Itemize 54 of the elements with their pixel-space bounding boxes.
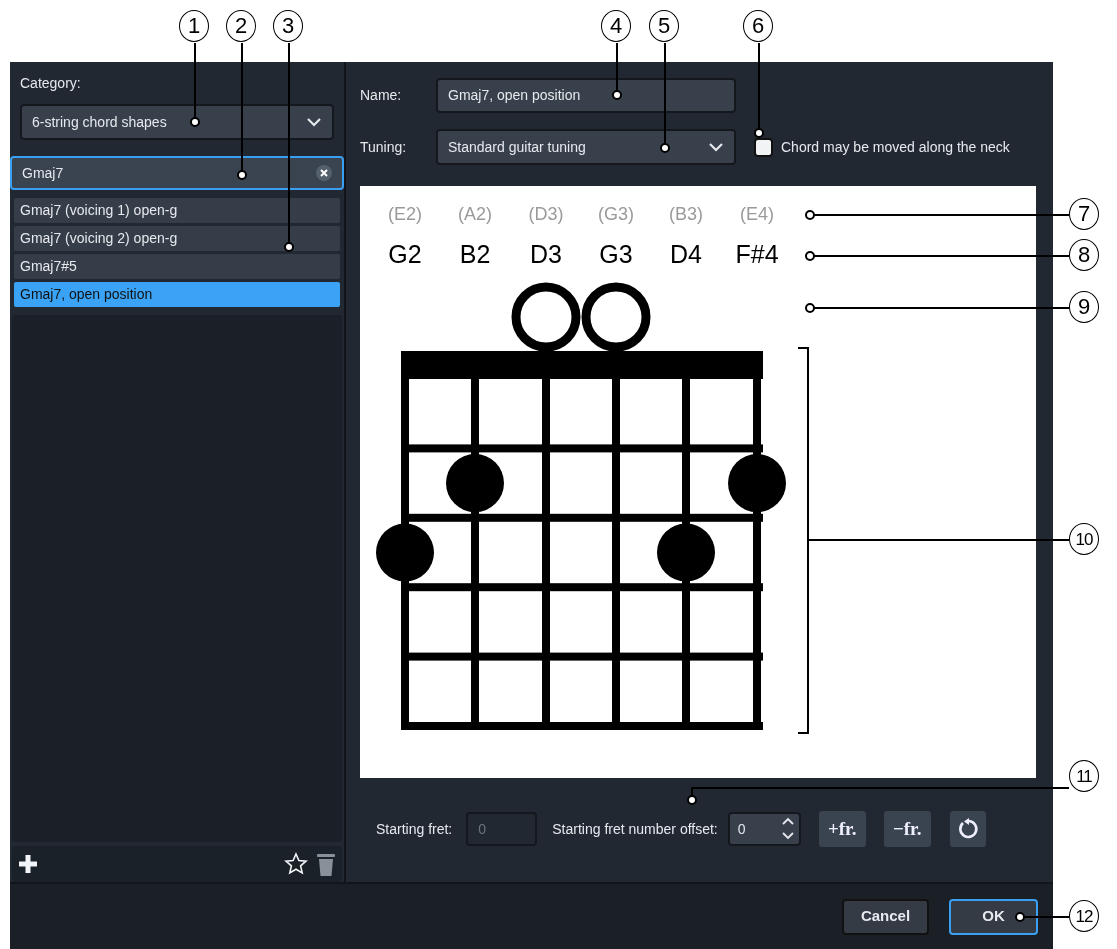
offset-label: Starting fret number offset: (552, 819, 718, 839)
star-icon (284, 852, 308, 876)
note-label: D3 (530, 240, 562, 268)
callout-number: 5 (649, 10, 679, 42)
result-item[interactable]: Gmaj7#5 (14, 254, 340, 279)
callout-number: 6 (743, 10, 773, 42)
callout-number: 11 (1069, 760, 1099, 792)
reset-button[interactable] (949, 811, 986, 847)
callout-number: 1 (179, 10, 209, 42)
trash-icon (316, 851, 336, 877)
tuning-label: (D3) (528, 204, 564, 224)
callout-number: 2 (226, 10, 256, 42)
callout-number: 10 (1069, 523, 1099, 555)
fret-button[interactable]: −fr. (883, 811, 931, 847)
tuning-label: Tuning: (360, 137, 408, 157)
category-label: Category: (20, 74, 82, 93)
tuning-label: (B3) (669, 204, 703, 224)
leader-line (1015, 912, 1070, 922)
tuning-label: (G3) (598, 204, 634, 224)
callout-number: 8 (1069, 239, 1099, 271)
plus-icon (18, 853, 38, 875)
clear-icon (316, 165, 332, 181)
chevron-down-icon (306, 116, 322, 128)
tuning-dropdown[interactable]: Standard guitar tuning (436, 129, 736, 165)
name-label: Name: (360, 86, 403, 105)
note-label: D4 (670, 240, 702, 268)
search-field[interactable]: Gmaj7 (10, 156, 344, 190)
name-field[interactable]: Gmaj7, open position (436, 78, 736, 113)
starting-fret-label: Starting fret: (376, 819, 453, 839)
checkbox-label: Chord may be moved along the neck (781, 137, 1010, 157)
callout-number: 7 (1069, 198, 1099, 230)
callout-number: 3 (273, 10, 303, 42)
note-label: B2 (459, 240, 491, 268)
chevron-down-icon (708, 141, 724, 153)
fret-button[interactable]: +fr. (818, 811, 866, 847)
tuning-label: (E4) (740, 204, 774, 224)
tuning-label: (E2) (388, 204, 422, 224)
ok-button[interactable]: OK (949, 898, 1038, 935)
callout-number: 12 (1069, 900, 1099, 932)
checkbox[interactable] (754, 137, 773, 157)
offset-spinner[interactable]: 0 (727, 812, 801, 846)
note-label: G2 (388, 240, 422, 268)
note-label: F#4 (735, 240, 779, 268)
tuning-label: (A2) (458, 204, 492, 224)
result-item[interactable]: Gmaj7, open position (14, 282, 340, 307)
callout-number: 9 (1069, 291, 1099, 323)
reset-icon (956, 818, 979, 840)
note-label: G3 (599, 240, 633, 268)
result-item[interactable]: Gmaj7 (voicing 2) open-g (14, 226, 340, 251)
callout-number: 4 (601, 10, 631, 42)
leader-line (612, 42, 622, 100)
cancel-button[interactable]: Cancel (842, 898, 929, 935)
category-dropdown[interactable]: 6-string chord shapes (20, 104, 334, 140)
result-item[interactable]: Gmaj7 (voicing 1) open-g (14, 198, 340, 223)
